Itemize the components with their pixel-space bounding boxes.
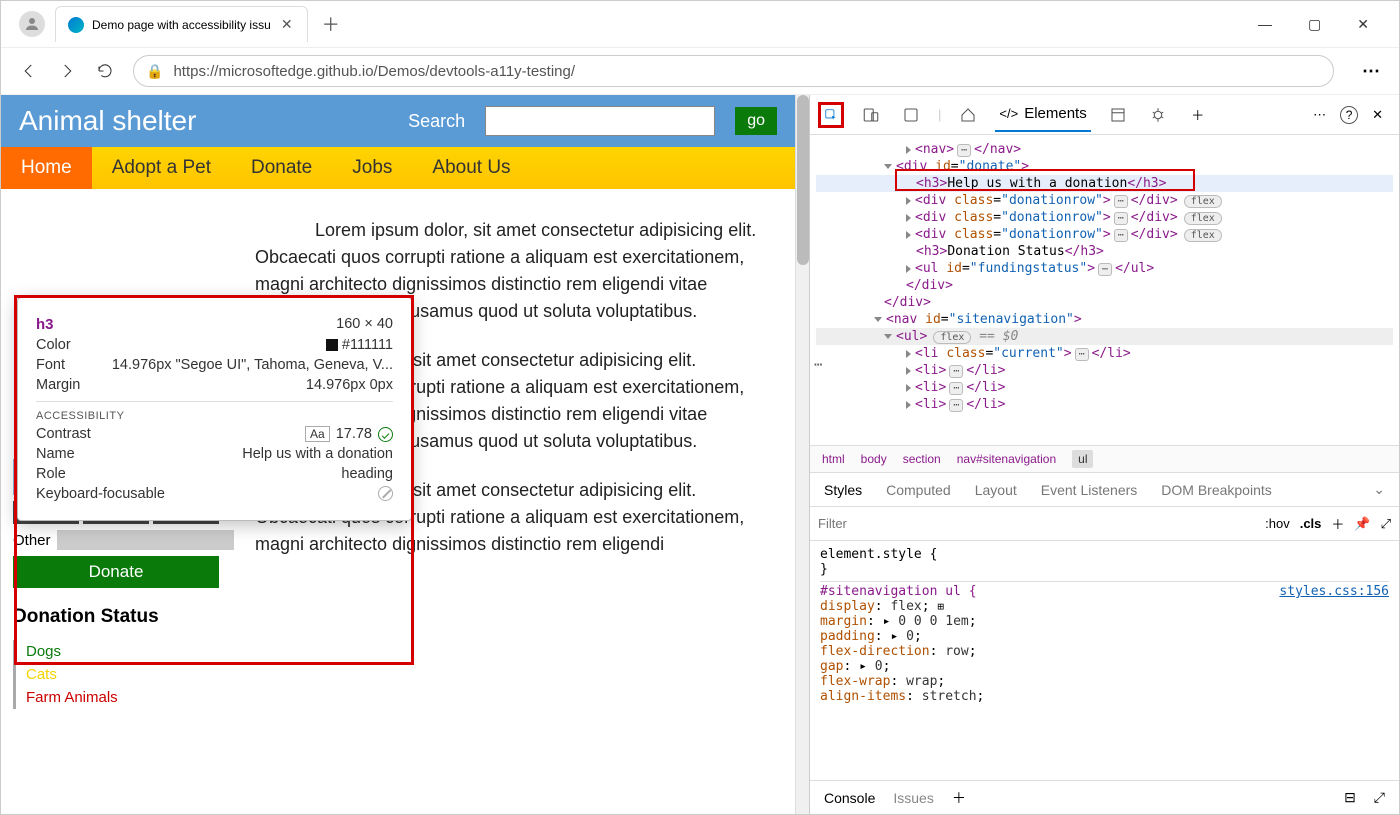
device-toggle-button[interactable]	[858, 102, 884, 128]
search-input[interactable]	[485, 106, 715, 136]
styles-pane[interactable]: element.style { } #sitenavigation ul {st…	[810, 541, 1399, 780]
status-dogs[interactable]: Dogs	[26, 640, 219, 663]
page-header: Animal shelter Search go	[1, 95, 795, 147]
drawer-btn-2[interactable]: ⤢	[1374, 789, 1385, 806]
browser-menu-icon[interactable]: ⋯	[1362, 61, 1381, 82]
bug-icon[interactable]	[1145, 102, 1171, 128]
drawer-btn-1[interactable]: ⊟	[1344, 789, 1356, 806]
help-icon[interactable]: ?	[1340, 106, 1358, 124]
menu-donate[interactable]: Donate	[231, 147, 332, 189]
status-heading: Donation Status	[13, 606, 219, 628]
url-text: https://microsoftedge.github.io/Demos/de…	[173, 63, 575, 80]
donate-button[interactable]: Donate	[13, 556, 219, 588]
address-bar: 🔒 https://microsoftedge.github.io/Demos/…	[1, 47, 1399, 95]
home-icon[interactable]	[955, 102, 981, 128]
other-input[interactable]	[57, 530, 234, 550]
edge-icon	[68, 17, 84, 33]
new-style-icon[interactable]: ＋	[1331, 514, 1344, 533]
devtools-panel: | </>Elements ＋ ⋯ ? ✕ <nav>⋯</nav> <div …	[809, 95, 1399, 814]
welcome-tab-icon[interactable]	[898, 102, 924, 128]
maximize-icon[interactable]: ▢	[1308, 16, 1321, 33]
plus-drawer-icon[interactable]: ＋	[952, 788, 966, 808]
tab-computed[interactable]: Computed	[886, 482, 951, 498]
main-menu: Home Adopt a Pet Donate Jobs About Us	[1, 147, 795, 189]
back-button[interactable]	[19, 61, 39, 81]
tooltip-dims: 160 × 40	[336, 316, 393, 333]
hov-toggle[interactable]: :hov	[1265, 516, 1290, 531]
tab-styles[interactable]: Styles	[824, 482, 862, 498]
close-devtools-icon[interactable]: ✕	[1372, 107, 1383, 123]
status-list: Dogs Cats Farm Animals	[13, 640, 219, 709]
other-label: Other	[13, 532, 51, 549]
inspector-tooltip: h3160 × 40 Color#111111 Font14.976px "Se…	[17, 297, 412, 521]
plus-icon[interactable]: ＋	[1185, 102, 1211, 128]
devtools-toolbar: | </>Elements ＋ ⋯ ? ✕	[810, 95, 1399, 135]
check-icon	[378, 427, 393, 442]
styles-filter-bar: :hov .cls ＋ 📌 ⤢	[810, 507, 1399, 541]
status-cats[interactable]: Cats	[26, 663, 219, 686]
go-button[interactable]: go	[735, 107, 777, 135]
source-link[interactable]: styles.css:156	[1279, 584, 1389, 599]
page-scrollbar[interactable]	[795, 95, 809, 814]
close-window-icon[interactable]: ✕	[1357, 16, 1369, 33]
menu-adopt[interactable]: Adopt a Pet	[92, 147, 231, 189]
tab-layout[interactable]: Layout	[975, 482, 1017, 498]
tooltip-tag: h3	[36, 316, 54, 333]
tab-dom-breakpoints[interactable]: DOM Breakpoints	[1161, 482, 1271, 498]
url-field[interactable]: 🔒 https://microsoftedge.github.io/Demos/…	[133, 55, 1334, 87]
title-bar: Demo page with accessibility issu ✕ ＋ ― …	[1, 1, 1399, 47]
styles-tabs: Styles Computed Layout Event Listeners D…	[810, 473, 1399, 507]
menu-jobs[interactable]: Jobs	[332, 147, 412, 189]
menu-about[interactable]: About Us	[412, 147, 530, 189]
cls-toggle[interactable]: .cls	[1300, 516, 1322, 531]
dom-breadcrumbs[interactable]: html body section nav#sitenavigation ul	[810, 445, 1399, 473]
new-tab-button[interactable]: ＋	[322, 11, 340, 37]
minimize-icon[interactable]: ―	[1258, 16, 1272, 33]
expand-icon[interactable]: ⤢	[1381, 516, 1391, 532]
inspect-element-button[interactable]	[818, 102, 844, 128]
profile-avatar[interactable]	[19, 11, 45, 37]
close-tab-icon[interactable]: ✕	[279, 17, 295, 33]
pin-icon[interactable]: 📌	[1354, 516, 1370, 532]
webpage-viewport: Animal shelter Search go Home Adopt a Pe…	[1, 95, 795, 814]
issues-tab[interactable]: Issues	[893, 790, 933, 806]
tab-event-listeners[interactable]: Event Listeners	[1041, 482, 1138, 498]
more-icon[interactable]: ⋯	[1313, 107, 1326, 123]
filter-input[interactable]	[818, 516, 1255, 531]
overflow-icon[interactable]: ⋯	[810, 357, 826, 373]
search-label: Search	[408, 111, 465, 132]
browser-tab[interactable]: Demo page with accessibility issu ✕	[55, 6, 308, 42]
annotation-box-dom	[895, 169, 1195, 191]
console-drawer: Console Issues ＋ ⊟ ⤢	[810, 780, 1399, 814]
refresh-button[interactable]	[95, 61, 115, 81]
app-icon[interactable]	[1105, 102, 1131, 128]
not-focusable-icon	[378, 486, 393, 501]
forward-button[interactable]	[57, 61, 77, 81]
tab-title: Demo page with accessibility issu	[92, 18, 271, 32]
dom-tree[interactable]: <nav>⋯</nav> <div id="donate"> <h3>Help …	[810, 135, 1399, 445]
menu-home[interactable]: Home	[1, 147, 92, 189]
console-tab[interactable]: Console	[824, 790, 875, 806]
status-farm[interactable]: Farm Animals	[26, 686, 219, 709]
chevron-down-icon[interactable]: ⌄	[1373, 481, 1385, 498]
lock-icon: 🔒	[146, 63, 163, 80]
site-title: Animal shelter	[19, 105, 196, 137]
elements-tab[interactable]: </>Elements	[995, 97, 1090, 132]
